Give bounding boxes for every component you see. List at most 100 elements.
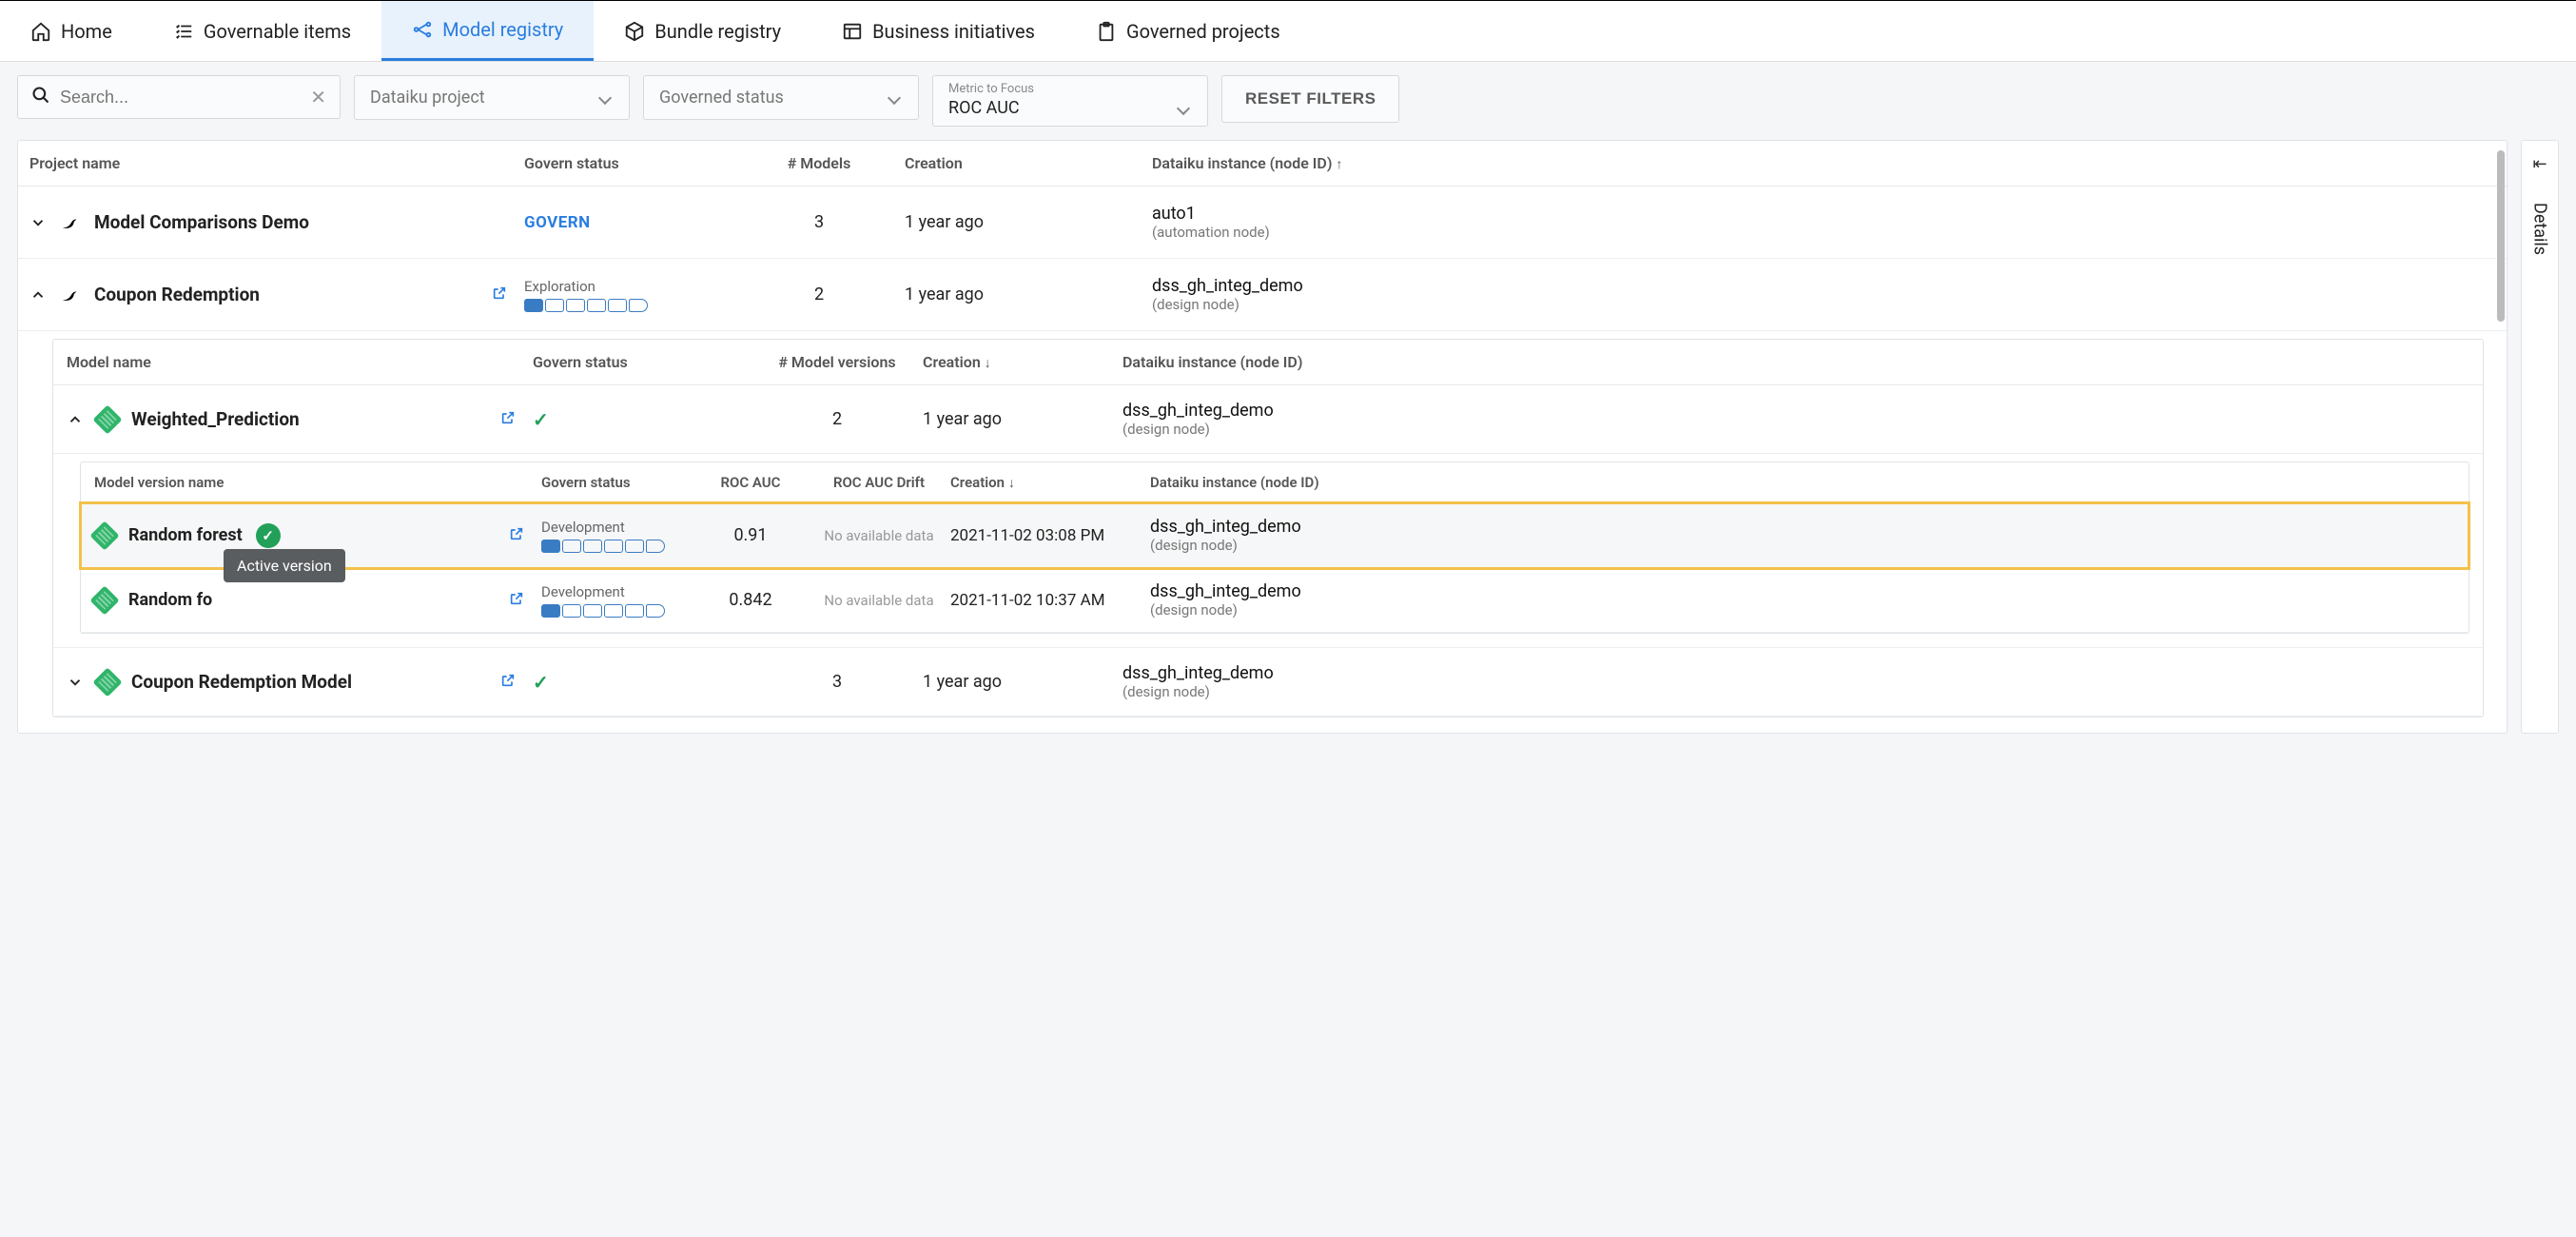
board-icon bbox=[842, 21, 863, 42]
nav-home[interactable]: Home bbox=[0, 1, 143, 61]
clear-search-icon[interactable]: ✕ bbox=[310, 86, 326, 108]
govern-status-text: Development bbox=[541, 583, 693, 600]
col-instance[interactable]: Dataiku instance (node ID) bbox=[1122, 353, 2469, 371]
progress-bar bbox=[541, 604, 693, 618]
creation-date: 2021-11-02 03:08 PM bbox=[950, 526, 1150, 545]
version-row[interactable]: Random forest ✓ Development 0.91 No avai… bbox=[81, 503, 2469, 568]
check-icon: ✓ bbox=[533, 671, 549, 694]
model-icon bbox=[92, 667, 122, 697]
filter-bar: ✕ Dataiku project Governed status Metric… bbox=[0, 62, 2576, 140]
project-name: Coupon Redemption bbox=[94, 284, 260, 305]
project-dropdown[interactable]: Dataiku project bbox=[354, 75, 630, 120]
govern-status-text: Development bbox=[541, 519, 693, 536]
col-creation[interactable]: Creation↓ bbox=[923, 353, 1122, 371]
models-count: 3 bbox=[733, 212, 905, 232]
progress-bar bbox=[524, 299, 733, 312]
chevron-down-icon[interactable] bbox=[29, 214, 47, 231]
creation-date: 1 year ago bbox=[905, 212, 1152, 232]
chevron-up-icon[interactable] bbox=[67, 411, 84, 428]
nav-bundle-registry[interactable]: Bundle registry bbox=[594, 1, 811, 61]
col-models[interactable]: # Models bbox=[733, 154, 905, 172]
nav-model-registry[interactable]: Model registry bbox=[381, 1, 594, 61]
active-badge-icon: ✓ bbox=[256, 523, 281, 548]
tooltip: Active version bbox=[224, 549, 345, 582]
search-box[interactable]: ✕ bbox=[17, 75, 341, 119]
col-rocauc[interactable]: ROC AUC bbox=[693, 474, 808, 491]
details-label[interactable]: Details bbox=[2530, 203, 2550, 255]
reset-filters-button[interactable]: RESET FILTERS bbox=[1221, 75, 1399, 123]
creation-date: 2021-11-02 10:37 AM bbox=[950, 591, 1150, 610]
model-icon bbox=[89, 520, 119, 550]
col-govern-status[interactable]: Govern status bbox=[541, 474, 693, 491]
model-icon bbox=[89, 585, 119, 615]
col-creation[interactable]: Creation↓ bbox=[950, 474, 1150, 491]
sort-up-icon: ↑ bbox=[1336, 157, 1342, 172]
nodes-icon bbox=[412, 19, 433, 40]
nav-business[interactable]: Business initiatives bbox=[811, 1, 1065, 61]
model-row[interactable]: Weighted_Prediction ✓ 2 1 year ago dss_g… bbox=[53, 385, 2483, 454]
collapse-panel-icon[interactable]: ⇤ bbox=[2532, 154, 2547, 174]
col-drift[interactable]: ROC AUC Drift bbox=[808, 474, 950, 491]
external-link-icon[interactable] bbox=[509, 526, 524, 545]
checklist-icon bbox=[173, 21, 194, 42]
instance-id: dss_gh_integ_demo bbox=[1150, 517, 2455, 537]
creation-date: 1 year ago bbox=[905, 285, 1152, 304]
metric-dropdown[interactable]: Metric to Focus ROC AUC bbox=[932, 75, 1208, 127]
nav-business-label: Business initiatives bbox=[872, 20, 1035, 43]
instance-id: auto1 bbox=[1152, 204, 2495, 224]
nav-governed[interactable]: Governed projects bbox=[1065, 1, 1311, 61]
col-version-name[interactable]: Model version name bbox=[94, 474, 541, 491]
nav-governable[interactable]: Governable items bbox=[143, 1, 381, 61]
models-count: 2 bbox=[733, 285, 905, 304]
col-versions[interactable]: # Model versions bbox=[751, 353, 923, 371]
project-row[interactable]: Model Comparisons Demo GOVERN 3 1 year a… bbox=[18, 187, 2507, 259]
sort-down-icon: ↓ bbox=[1008, 476, 1015, 491]
external-link-icon[interactable] bbox=[492, 285, 507, 304]
status-dropdown-label: Governed status bbox=[659, 88, 784, 108]
nav-model-registry-label: Model registry bbox=[442, 18, 563, 41]
check-icon: ✓ bbox=[533, 408, 549, 431]
details-panel: ⇤ Details bbox=[2521, 140, 2559, 734]
search-input[interactable] bbox=[60, 88, 310, 108]
clipboard-icon bbox=[1096, 21, 1117, 42]
govern-link[interactable]: GOVERN bbox=[524, 213, 591, 232]
chevron-up-icon[interactable] bbox=[29, 286, 47, 304]
instance-type: (automation node) bbox=[1152, 224, 2495, 241]
col-creation[interactable]: Creation bbox=[905, 154, 1152, 172]
col-instance[interactable]: Dataiku instance (node ID)↑ bbox=[1152, 154, 2495, 172]
top-nav: Home Governable items Model registry Bun… bbox=[0, 0, 2576, 62]
rocauc-value: 0.842 bbox=[693, 590, 808, 610]
project-icon bbox=[60, 212, 81, 233]
model-row[interactable]: Coupon Redemption Model ✓ 3 1 year ago d… bbox=[53, 647, 2483, 717]
col-project-name[interactable]: Project name bbox=[29, 154, 524, 172]
chevron-down-icon bbox=[598, 90, 612, 104]
model-name: Weighted_Prediction bbox=[131, 408, 300, 430]
col-govern-status[interactable]: Govern status bbox=[524, 154, 733, 172]
project-row[interactable]: Coupon Redemption Exploration 2 1 year a… bbox=[18, 259, 2507, 331]
chevron-down-icon[interactable] bbox=[67, 674, 84, 691]
scrollbar[interactable] bbox=[2497, 150, 2505, 322]
version-name: Random fo bbox=[128, 590, 212, 610]
nav-governable-label: Governable items bbox=[204, 20, 351, 43]
instance-type: (design node) bbox=[1150, 601, 2455, 618]
col-govern-status[interactable]: Govern status bbox=[533, 353, 751, 371]
external-link-icon[interactable] bbox=[509, 591, 524, 610]
external-link-icon[interactable] bbox=[500, 673, 516, 692]
col-model-name[interactable]: Model name bbox=[67, 353, 533, 371]
instance-type: (design node) bbox=[1122, 421, 2469, 438]
creation-date: 1 year ago bbox=[923, 672, 1122, 692]
versions-count: 3 bbox=[751, 672, 923, 692]
project-dropdown-label: Dataiku project bbox=[370, 88, 485, 108]
instance-type: (design node) bbox=[1122, 683, 2469, 700]
external-link-icon[interactable] bbox=[500, 410, 516, 429]
versions-count: 2 bbox=[751, 409, 923, 429]
nav-governed-label: Governed projects bbox=[1126, 20, 1280, 43]
versions-header-row: Model version name Govern status ROC AUC… bbox=[81, 462, 2469, 503]
govern-status-text: Exploration bbox=[524, 278, 733, 295]
home-icon bbox=[30, 21, 51, 42]
status-dropdown[interactable]: Governed status bbox=[643, 75, 919, 120]
version-row[interactable]: Random fo Development 0.842 No available… bbox=[81, 568, 2469, 633]
metric-dropdown-label: Metric to Focus bbox=[948, 82, 1192, 96]
col-instance[interactable]: Dataiku instance (node ID) bbox=[1150, 474, 2455, 491]
chevron-down-icon bbox=[888, 90, 901, 104]
